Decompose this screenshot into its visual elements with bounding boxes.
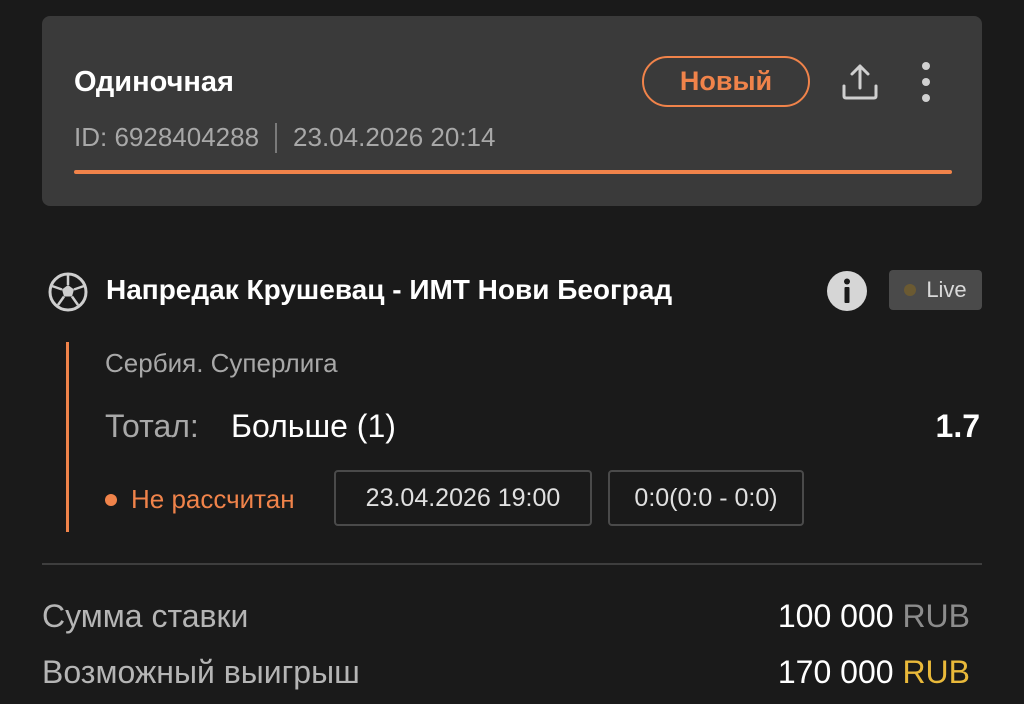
stake-label: Сумма ставки bbox=[42, 598, 249, 634]
event-detail-bar bbox=[66, 342, 69, 532]
divider bbox=[42, 563, 982, 565]
share-icon[interactable] bbox=[838, 60, 882, 104]
event-datetime-chip: 23.04.2026 19:00 bbox=[334, 470, 592, 526]
bet-id: ID: 6928404288 bbox=[74, 122, 260, 152]
market-value: Больше (1) bbox=[231, 408, 396, 444]
status-badge: Новый bbox=[642, 56, 810, 107]
settle-status: Не рассчитан bbox=[105, 484, 295, 515]
stake-row: Сумма ставки 100 000 RUB bbox=[42, 598, 970, 638]
possible-win-currency: RUB bbox=[902, 654, 970, 690]
bet-header-card: Одиночная ID: 6928404288 23.04.2026 20:1… bbox=[42, 16, 982, 206]
stake-value: 100 000 RUB bbox=[778, 598, 970, 635]
possible-win-label: Возможный выигрыш bbox=[42, 654, 360, 690]
live-badge: Live bbox=[889, 270, 982, 310]
league-name: Сербия. Суперлига bbox=[105, 348, 338, 378]
bet-meta: ID: 6928404288 23.04.2026 20:14 bbox=[74, 122, 495, 153]
event-header: Напредак Крушевац - ИМТ Нови Београд Liv… bbox=[46, 270, 982, 314]
info-icon[interactable] bbox=[826, 270, 868, 312]
soccer-ball-icon bbox=[46, 270, 90, 314]
possible-win-value: 170 000 RUB bbox=[778, 654, 970, 691]
live-label: Live bbox=[926, 277, 967, 302]
bet-type-title: Одиночная bbox=[74, 66, 234, 98]
status-dot-icon bbox=[105, 493, 117, 506]
odds-value: 1.7 bbox=[935, 408, 980, 444]
stake-currency: RUB bbox=[902, 598, 970, 634]
possible-win-amount: 170 000 bbox=[777, 654, 894, 690]
possible-win-row: Возможный выигрыш 170 000 RUB bbox=[42, 654, 970, 694]
more-vertical-icon[interactable] bbox=[912, 58, 940, 106]
event-name[interactable]: Напредак Крушевац - ИМТ Нови Београд bbox=[106, 274, 672, 306]
stake-amount: 100 000 bbox=[777, 598, 894, 634]
meta-separator bbox=[275, 122, 278, 153]
market-label: Тотал: bbox=[105, 408, 199, 444]
settle-status-label: Не рассчитан bbox=[131, 484, 295, 514]
bet-datetime: 23.04.2026 20:14 bbox=[293, 122, 496, 152]
bet-progress-bar bbox=[74, 170, 952, 174]
live-dot-icon bbox=[904, 284, 917, 296]
event-score-chip: 0:0(0:0 - 0:0) bbox=[608, 470, 804, 526]
